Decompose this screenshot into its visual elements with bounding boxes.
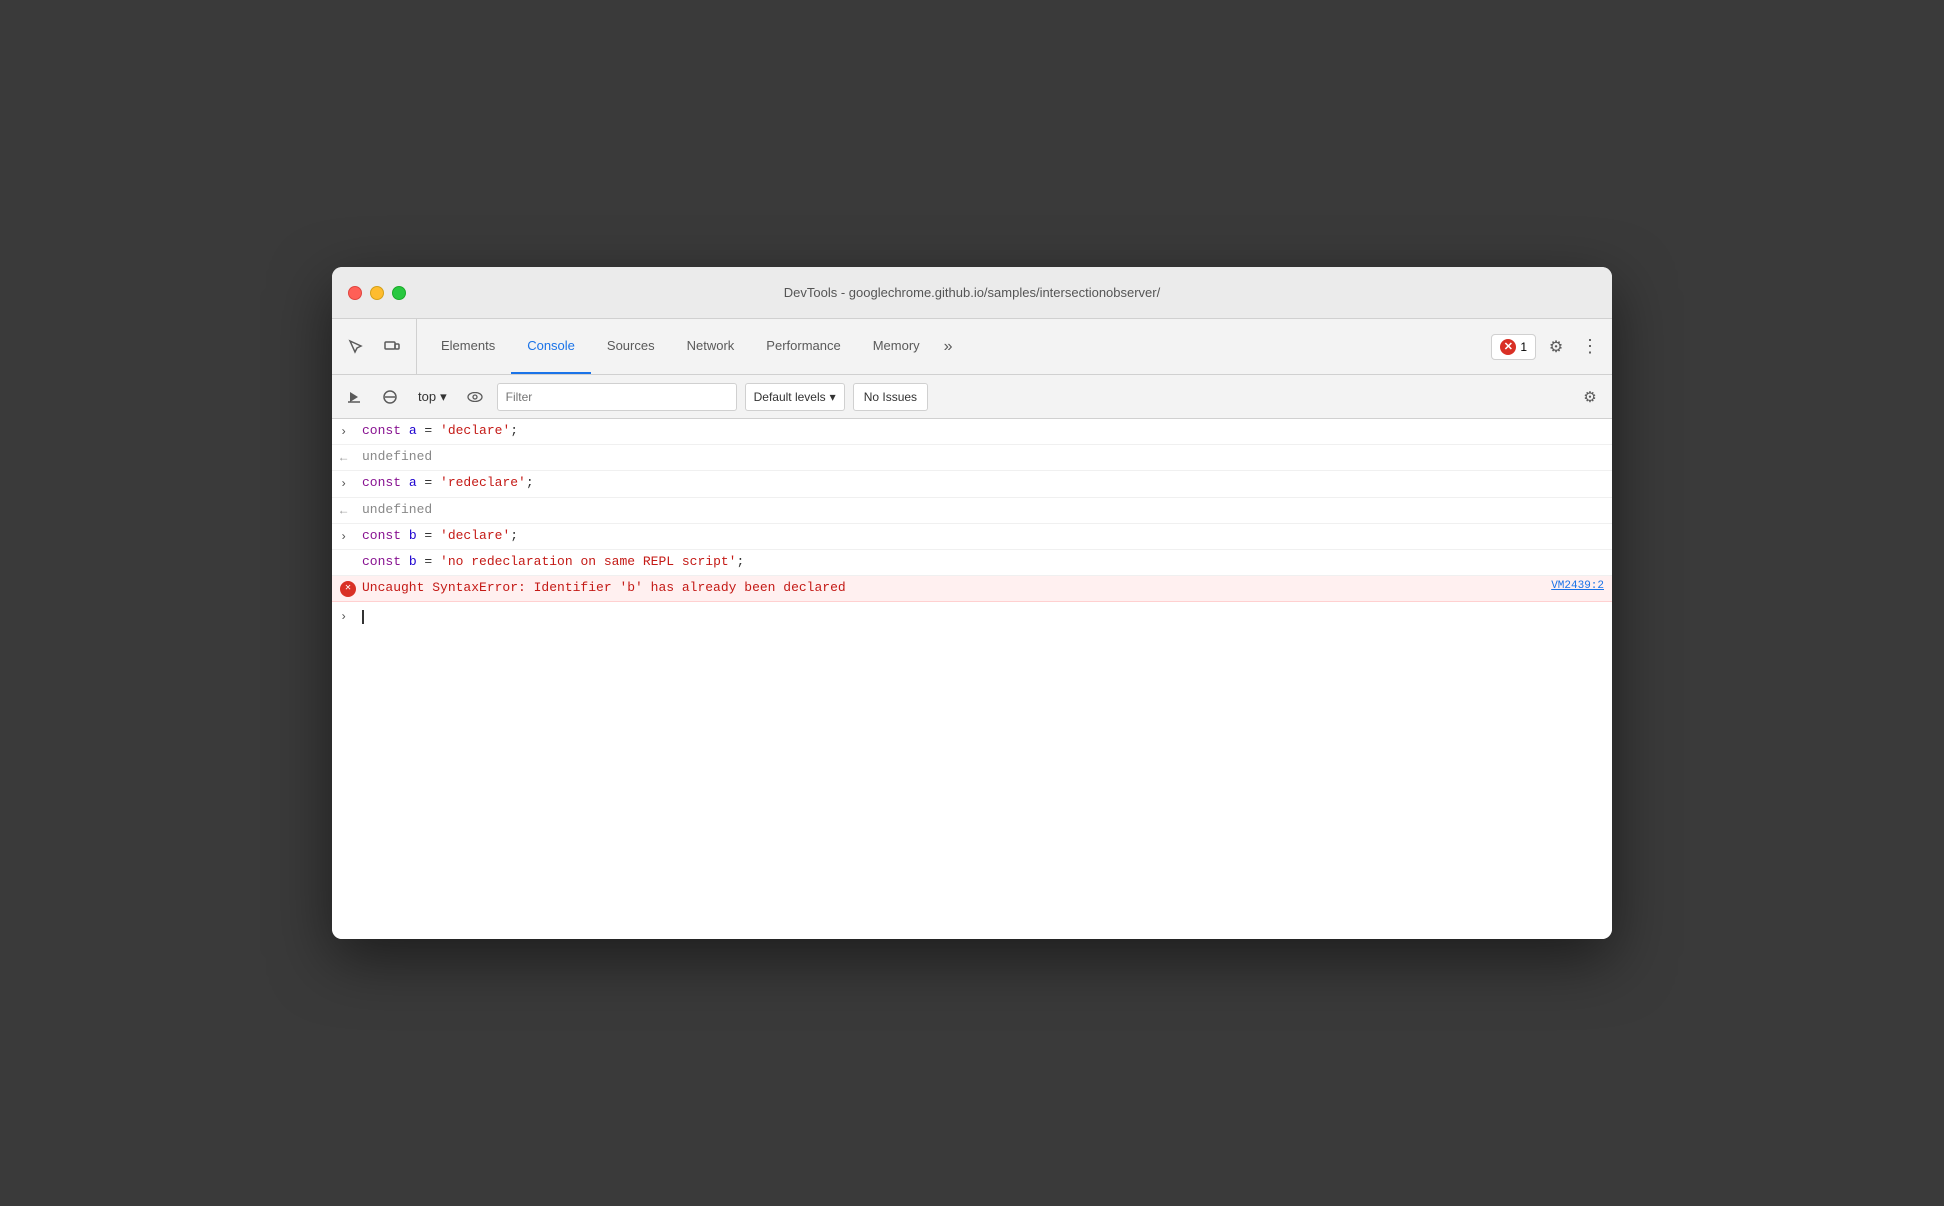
close-button[interactable] xyxy=(348,286,362,300)
input-arrow-icon: › xyxy=(340,606,356,627)
tabs-overflow-button[interactable]: » xyxy=(936,319,961,374)
tab-console[interactable]: Console xyxy=(511,319,591,374)
tab-sources[interactable]: Sources xyxy=(591,319,671,374)
console-line: › const b = 'no redeclaration on same RE… xyxy=(332,550,1612,576)
tabs: Elements Console Sources Network Perform… xyxy=(425,319,1491,374)
console-line: › const b = 'declare'; xyxy=(332,524,1612,550)
dropdown-arrow-icon: ▾ xyxy=(440,389,447,405)
devtools-window: DevTools - googlechrome.github.io/sample… xyxy=(332,267,1612,939)
error-message: Uncaught SyntaxError: Identifier 'b' has… xyxy=(362,578,1543,599)
console-input-line: › xyxy=(332,602,1612,631)
inspect-element-button[interactable] xyxy=(340,331,372,363)
error-circle-icon: ✕ xyxy=(340,581,356,597)
code-line: const b = 'declare'; xyxy=(362,526,1604,547)
error-source-link[interactable]: VM2439:2 xyxy=(1551,578,1604,596)
console-line: ← undefined xyxy=(332,498,1612,524)
code-line: const a = 'declare'; xyxy=(362,421,1604,442)
traffic-lights xyxy=(348,286,406,300)
code-line: const b = 'no redeclaration on same REPL… xyxy=(362,552,1604,573)
code-line: const a = 'redeclare'; xyxy=(362,473,1604,494)
tab-performance[interactable]: Performance xyxy=(750,319,856,374)
error-badge[interactable]: ✕ 1 xyxy=(1491,334,1536,360)
minimize-button[interactable] xyxy=(370,286,384,300)
expand-arrow-icon[interactable]: › xyxy=(340,473,356,494)
tab-elements[interactable]: Elements xyxy=(425,319,511,374)
error-count: 1 xyxy=(1520,340,1527,354)
clear-console-button[interactable] xyxy=(376,383,404,411)
return-arrow-icon: ← xyxy=(340,447,356,468)
result-value: undefined xyxy=(362,500,1604,521)
result-value: undefined xyxy=(362,447,1604,468)
more-options-button[interactable]: ⋮ xyxy=(1576,333,1604,361)
no-issues-button[interactable]: No Issues xyxy=(853,383,928,411)
device-toolbar-button[interactable] xyxy=(376,331,408,363)
tab-network[interactable]: Network xyxy=(671,319,751,374)
settings-button[interactable]: ⚙ xyxy=(1542,333,1570,361)
return-arrow-icon: ← xyxy=(340,500,356,521)
run-script-button[interactable] xyxy=(340,383,368,411)
cursor xyxy=(362,610,364,624)
expand-arrow-icon[interactable]: › xyxy=(340,421,356,442)
toolbar-icons xyxy=(340,319,417,374)
tab-memory[interactable]: Memory xyxy=(857,319,936,374)
levels-dropdown-icon: ▾ xyxy=(830,390,836,404)
console-line: › const a = 'declare'; xyxy=(332,419,1612,445)
maximize-button[interactable] xyxy=(392,286,406,300)
console-line: › const a = 'redeclare'; xyxy=(332,471,1612,497)
window-title: DevTools - googlechrome.github.io/sample… xyxy=(784,285,1160,300)
console-toolbar: top ▾ Default levels ▾ No Issues ⚙ xyxy=(332,375,1612,419)
console-settings-button[interactable]: ⚙ xyxy=(1576,383,1604,411)
context-selector[interactable]: top ▾ xyxy=(412,386,453,408)
devtools-tabs-toolbar: Elements Console Sources Network Perform… xyxy=(332,319,1612,375)
log-levels-button[interactable]: Default levels ▾ xyxy=(745,383,845,411)
console-output: › const a = 'declare'; ← undefined › con… xyxy=(332,419,1612,939)
error-console-line: ✕ Uncaught SyntaxError: Identifier 'b' h… xyxy=(332,576,1612,602)
console-line: ← undefined xyxy=(332,445,1612,471)
toolbar-right: ✕ 1 ⚙ ⋮ xyxy=(1491,319,1604,374)
title-bar: DevTools - googlechrome.github.io/sample… xyxy=(332,267,1612,319)
error-icon: ✕ xyxy=(1500,339,1516,355)
context-label: top xyxy=(418,389,436,404)
expand-arrow-icon[interactable]: › xyxy=(340,526,356,547)
filter-input[interactable] xyxy=(497,383,737,411)
live-expressions-button[interactable] xyxy=(461,383,489,411)
